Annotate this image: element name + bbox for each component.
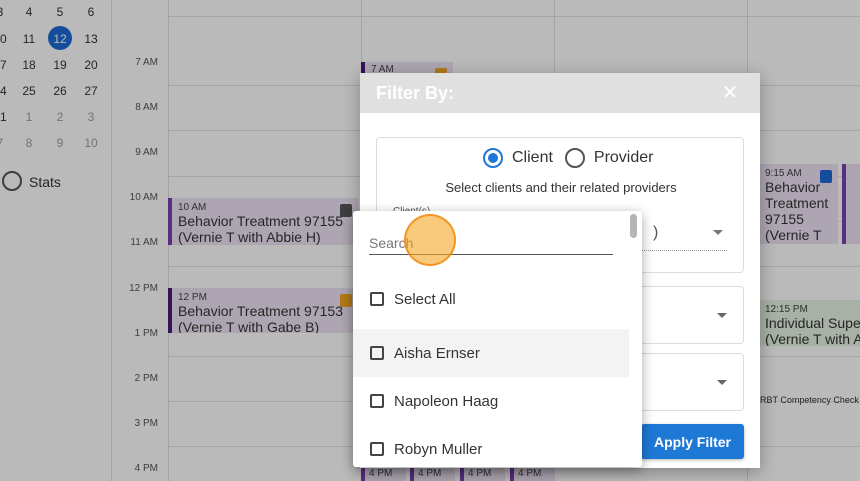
checkbox[interactable] xyxy=(370,292,384,306)
apply-filter-button[interactable]: Apply Filter xyxy=(641,424,744,459)
provider-radio[interactable] xyxy=(564,148,585,168)
checkbox[interactable] xyxy=(370,346,384,360)
field-bracket: ) xyxy=(653,224,659,241)
filter-type-radio-group: Client Provider xyxy=(483,148,665,168)
chevron-down-icon[interactable] xyxy=(717,313,727,318)
checkbox[interactable] xyxy=(370,394,384,408)
option-label: Robyn Muller xyxy=(394,440,483,458)
cursor-highlight xyxy=(404,214,456,266)
dropdown-scrollbar[interactable] xyxy=(630,214,637,238)
client-radio-label[interactable]: Client xyxy=(512,149,553,167)
provider-radio-label[interactable]: Provider xyxy=(594,149,654,167)
option-label: Select All xyxy=(394,290,456,308)
client-radio[interactable] xyxy=(483,148,503,168)
chevron-down-icon[interactable] xyxy=(713,230,723,235)
option-label: Aisha Ernser xyxy=(394,344,480,362)
select-all-option[interactable]: Select All xyxy=(353,275,629,323)
client-option[interactable]: Napoleon Haag xyxy=(353,377,629,425)
helper-text: Select clients and their related provide… xyxy=(445,180,677,195)
close-icon[interactable]: ✕ xyxy=(720,83,740,103)
chevron-down-icon[interactable] xyxy=(717,380,727,385)
client-option[interactable]: Aisha Ernser xyxy=(353,329,629,377)
modal-header: Filter By: ✕ xyxy=(360,73,760,113)
checkbox[interactable] xyxy=(370,442,384,456)
client-dropdown-menu: Select All Aisha Ernser Napoleon Haag Ro… xyxy=(353,211,642,467)
client-option[interactable]: Robyn Muller xyxy=(353,425,629,467)
option-label: Napoleon Haag xyxy=(394,392,499,410)
modal-title: Filter By: xyxy=(376,83,455,103)
